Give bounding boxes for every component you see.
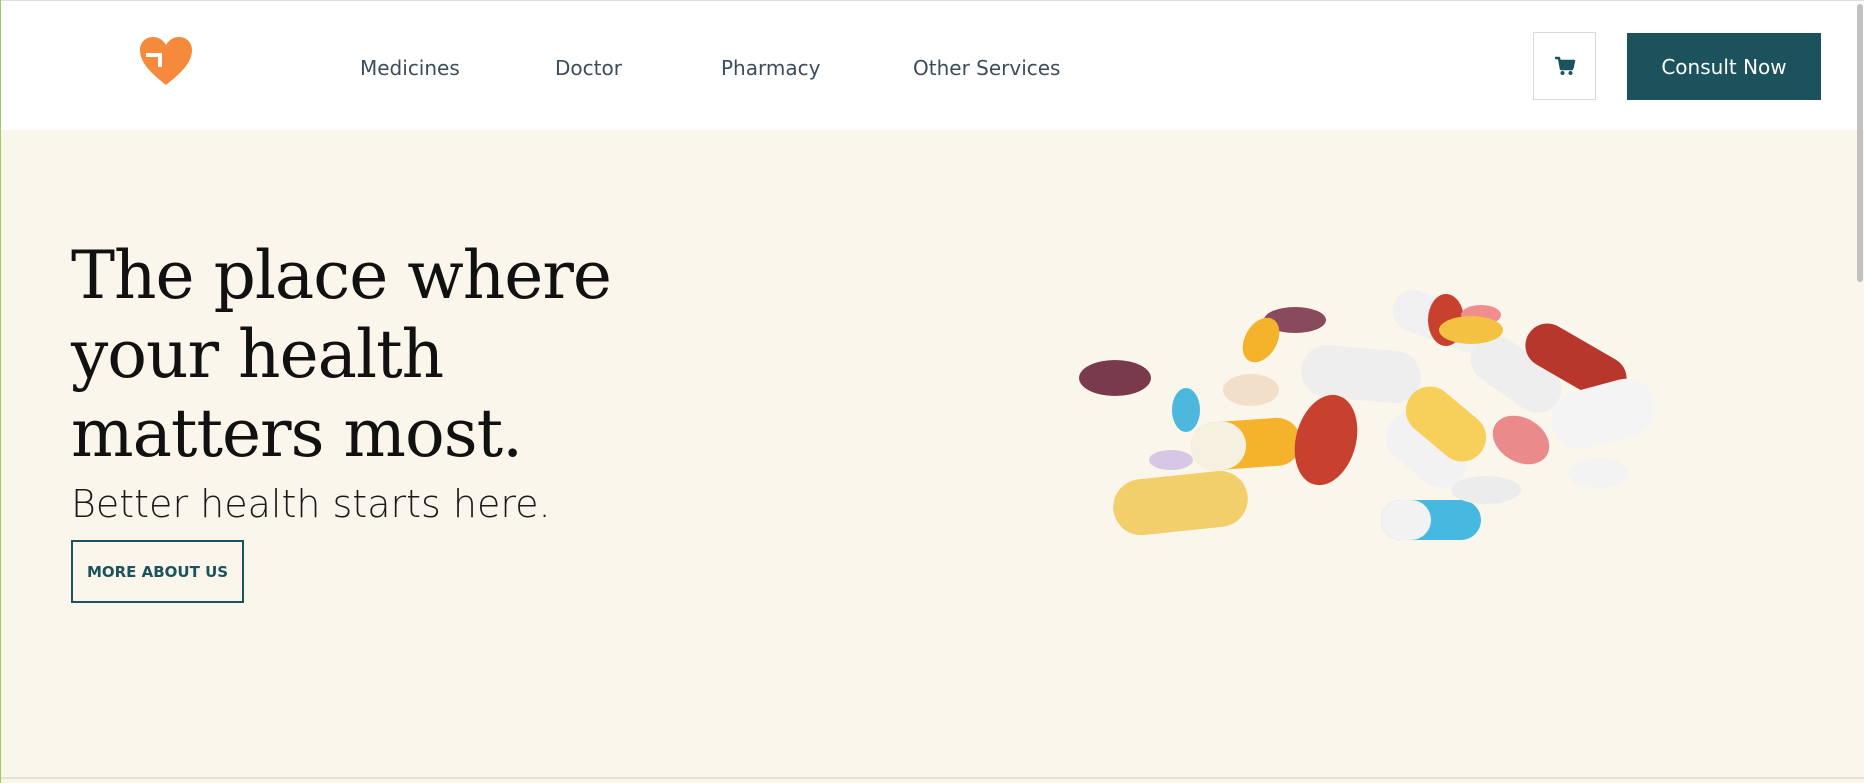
pills-hero-image xyxy=(1079,290,1656,540)
section-divider xyxy=(1,777,1864,779)
nav-other-services[interactable]: Other Services xyxy=(913,56,1060,80)
hero-title: The place where your health matters most… xyxy=(71,237,612,472)
cart-button[interactable] xyxy=(1533,32,1596,100)
site-header: Medicines Doctor Pharmacy Other Services… xyxy=(1,1,1864,130)
heart-logo-icon[interactable] xyxy=(138,35,194,87)
shopping-cart-icon xyxy=(1554,56,1575,75)
consult-now-button[interactable]: Consult Now xyxy=(1627,33,1821,100)
nav-pharmacy[interactable]: Pharmacy xyxy=(721,56,820,80)
nav-doctor[interactable]: Doctor xyxy=(555,56,622,80)
nav-medicines[interactable]: Medicines xyxy=(360,56,460,80)
hero-subtitle: Better health starts here. xyxy=(71,482,551,526)
scrollbar-thumb[interactable] xyxy=(1857,4,1863,282)
more-about-us-button[interactable]: MORE ABOUT US xyxy=(71,540,244,603)
scrollbar[interactable] xyxy=(1856,0,1864,783)
